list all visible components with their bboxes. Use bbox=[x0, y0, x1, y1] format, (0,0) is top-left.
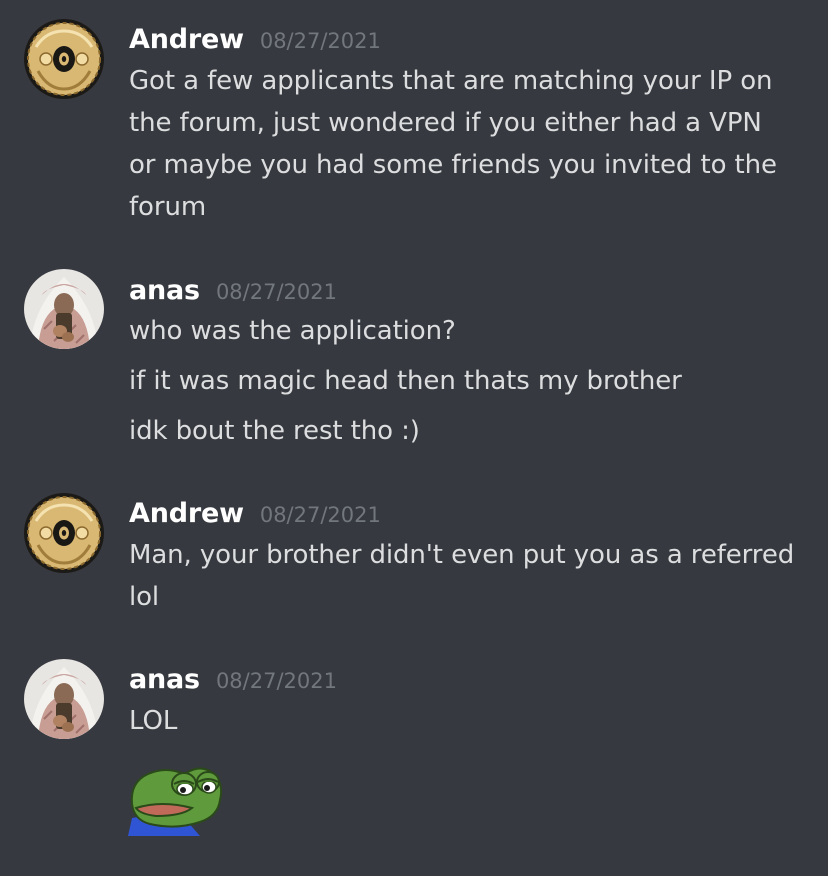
chat-messages: Andrew 08/27/2021 Got a few applicants t… bbox=[0, 0, 828, 876]
timestamp[interactable]: 08/27/2021 bbox=[216, 280, 337, 304]
message-text: Man, your brother didn't even put you as… bbox=[129, 540, 795, 570]
message-header: anas 08/27/2021 bbox=[129, 275, 337, 306]
message-text: forum bbox=[129, 192, 207, 222]
username[interactable]: Andrew bbox=[129, 498, 244, 529]
sad-frog-icon bbox=[128, 767, 223, 836]
person-keffiyeh-avatar-icon bbox=[24, 269, 104, 349]
person-keffiyeh-avatar-icon bbox=[24, 659, 104, 739]
sad-frog-emoji[interactable] bbox=[126, 760, 226, 836]
message-header: anas 08/27/2021 bbox=[129, 664, 337, 695]
username[interactable]: Andrew bbox=[129, 24, 244, 55]
username[interactable]: anas bbox=[129, 275, 200, 306]
timestamp[interactable]: 08/27/2021 bbox=[260, 503, 381, 527]
timestamp[interactable]: 08/27/2021 bbox=[260, 29, 381, 53]
message-header: Andrew 08/27/2021 bbox=[129, 498, 381, 529]
message-text: Got a few applicants that are matching y… bbox=[129, 66, 773, 96]
timestamp[interactable]: 08/27/2021 bbox=[216, 669, 337, 693]
message-text: who was the application? bbox=[129, 316, 456, 346]
avatar[interactable] bbox=[24, 269, 104, 349]
message-text: if it was magic head then thats my broth… bbox=[129, 366, 682, 396]
message-text: LOL bbox=[129, 706, 178, 736]
avatar[interactable] bbox=[24, 493, 104, 573]
avatar[interactable] bbox=[24, 659, 104, 739]
message-text: the forum, just wondered if you either h… bbox=[129, 108, 762, 138]
avatar[interactable] bbox=[24, 19, 104, 99]
gold-ornament-avatar-icon bbox=[24, 493, 104, 573]
username[interactable]: anas bbox=[129, 664, 200, 695]
message-text: lol bbox=[129, 582, 160, 612]
gold-ornament-avatar-icon bbox=[24, 19, 104, 99]
message-text: or maybe you had some friends you invite… bbox=[129, 150, 777, 180]
message-header: Andrew 08/27/2021 bbox=[129, 24, 381, 55]
message-text: idk bout the rest tho :) bbox=[129, 416, 420, 446]
